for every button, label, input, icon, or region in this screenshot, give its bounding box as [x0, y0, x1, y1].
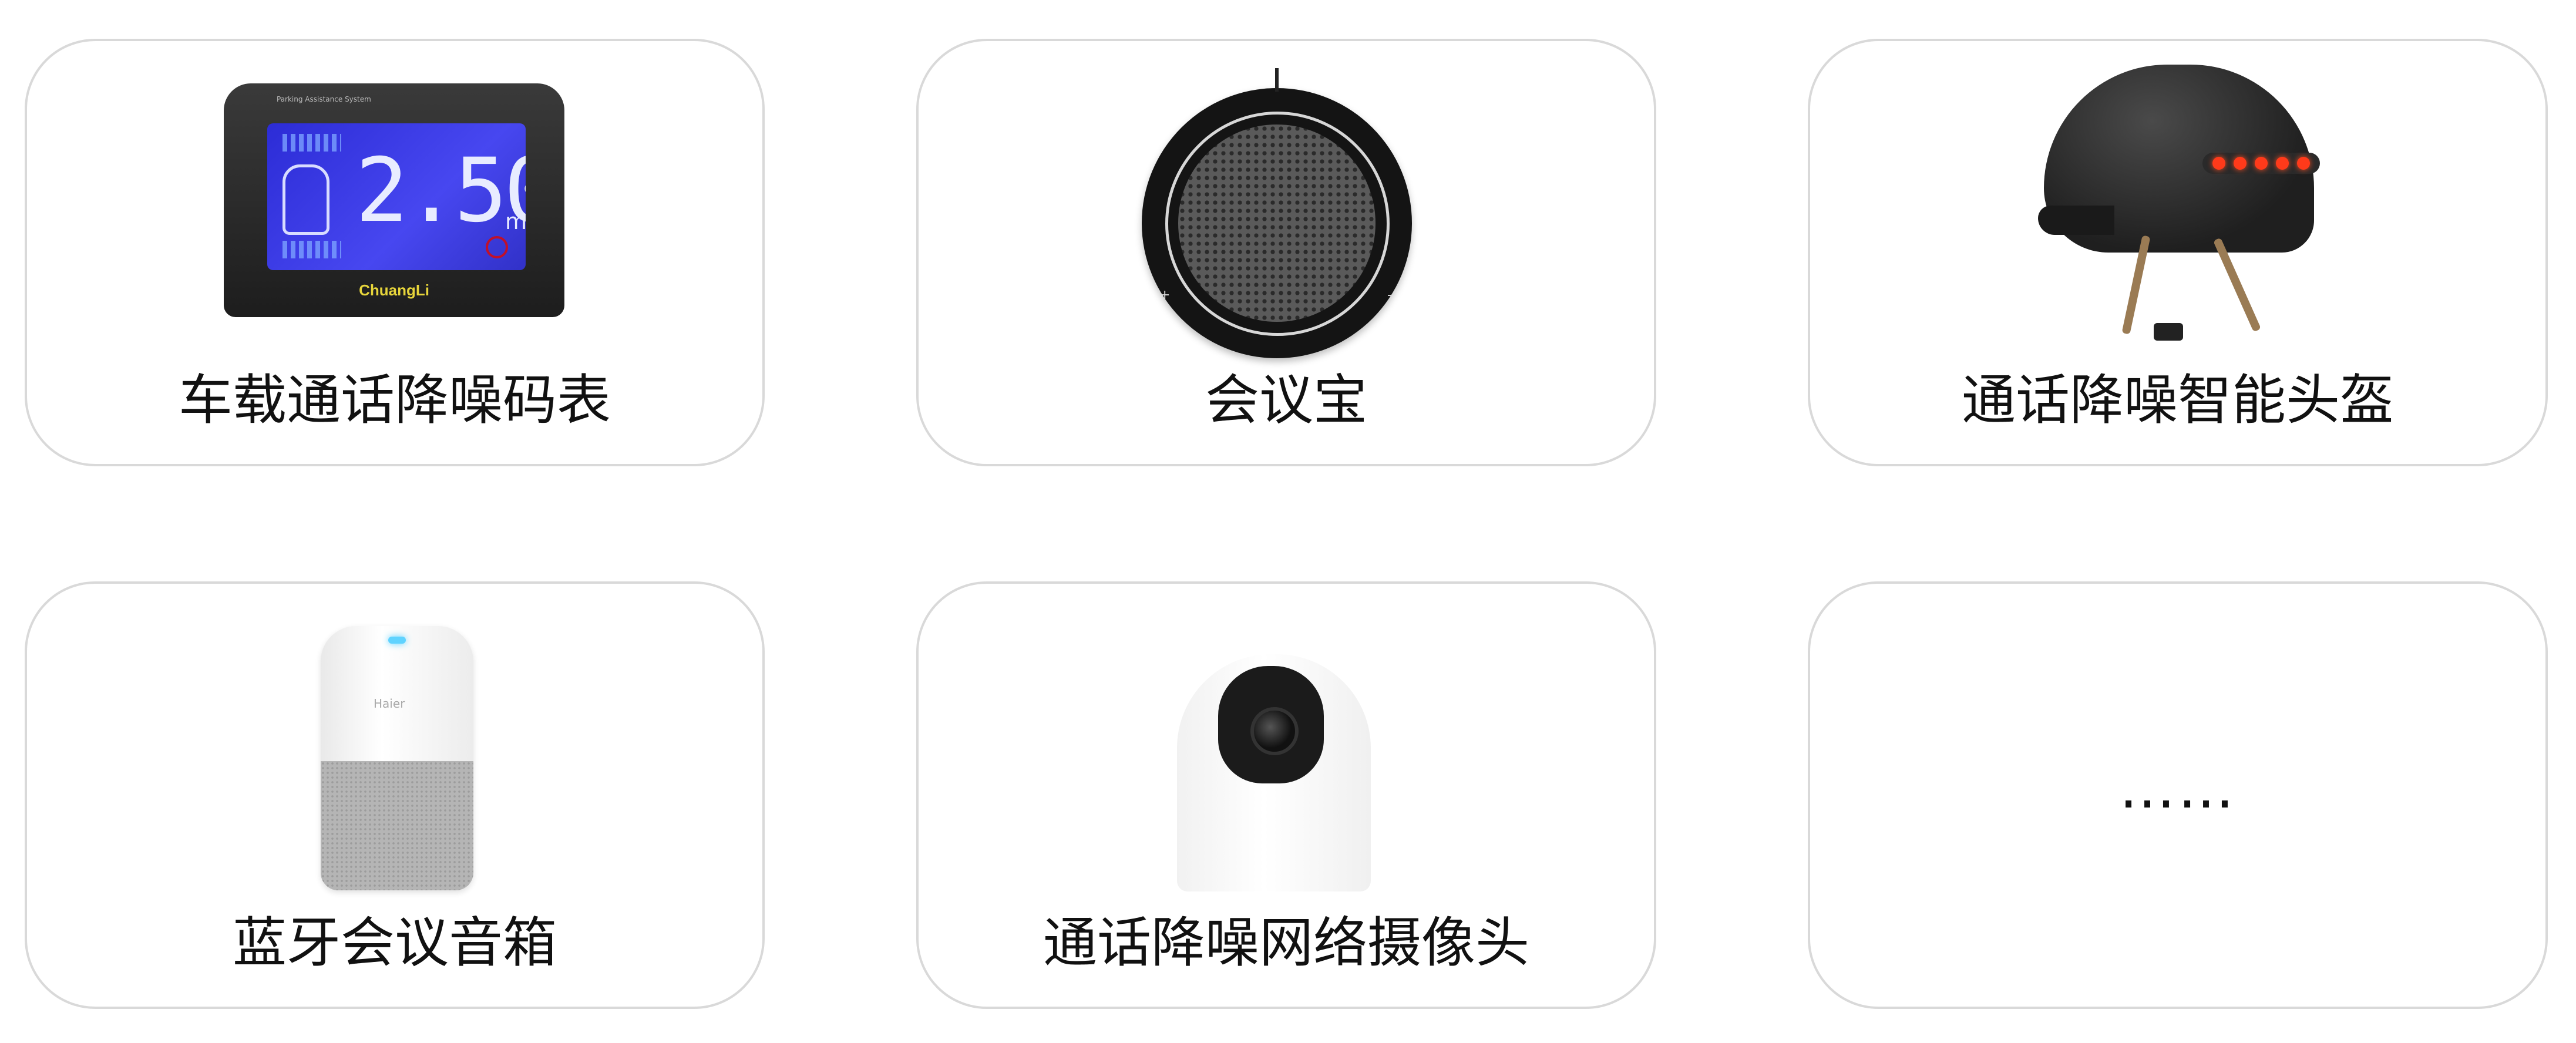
product-image-network-camera	[919, 584, 1654, 901]
lcd-screen: 2.50 m	[267, 123, 526, 270]
car-icon	[283, 164, 329, 235]
product-card-car-meter[interactable]: Parking Assistance System 2.50 m ChuangL…	[25, 39, 765, 466]
product-label: 通话降噪网络摄像头	[1042, 911, 1529, 974]
status-light	[388, 637, 406, 644]
product-card-conference-speaker[interactable]: + - 会议宝	[916, 39, 1656, 466]
helmet-device	[2038, 65, 2320, 253]
camera-lens-icon	[1250, 707, 1299, 755]
product-image-car-meter: Parking Assistance System 2.50 m ChuangL…	[27, 41, 762, 358]
led-icon	[2255, 157, 2268, 170]
smart-speaker-device: Haier	[321, 626, 473, 890]
signal-bars-bottom	[283, 241, 341, 258]
meter-brand: ChuangLi	[359, 281, 429, 299]
product-label: 会议宝	[1205, 369, 1367, 432]
distance-readout: 2.50	[355, 140, 526, 242]
speaker-fabric	[321, 761, 473, 890]
signal-bars-top	[283, 134, 341, 152]
product-label: 蓝牙会议音箱	[232, 911, 557, 974]
distance-unit: m	[505, 208, 526, 234]
product-label: 车载通话降噪码表	[178, 369, 611, 432]
speaker-grille	[1178, 125, 1376, 322]
led-icon	[2276, 157, 2289, 170]
cable	[1275, 68, 1279, 92]
meter-top-text: Parking Assistance System	[277, 95, 371, 103]
car-meter-device: Parking Assistance System 2.50 m ChuangL…	[224, 83, 564, 317]
product-image-smart-helmet	[1810, 41, 2545, 358]
product-image-bluetooth-speaker: Haier	[27, 584, 762, 901]
volume-down-icon: -	[1387, 288, 1392, 302]
product-card-bluetooth-speaker[interactable]: Haier 蓝牙会议音箱	[25, 581, 765, 1009]
helmet-visor	[2038, 206, 2114, 235]
product-card-smart-helmet[interactable]: 通话降噪智能头盔	[1808, 39, 2548, 466]
product-card-network-camera[interactable]: 通话降噪网络摄像头	[916, 581, 1656, 1009]
warning-icon	[486, 236, 508, 258]
product-label: 通话降噪智能头盔	[1961, 369, 2394, 432]
helmet-tail-light	[2202, 153, 2320, 174]
led-icon	[2212, 157, 2225, 170]
led-icon	[2234, 157, 2247, 170]
volume-up-icon: +	[1159, 288, 1171, 302]
speaker-brand: Haier	[374, 697, 405, 711]
led-icon	[2297, 157, 2310, 170]
helmet-buckle	[2154, 323, 2183, 341]
more-ellipsis: ……	[2119, 755, 2237, 821]
product-image-conference-speaker: + -	[919, 41, 1654, 358]
speakerphone-device: + -	[1142, 68, 1412, 358]
product-card-more[interactable]: ……	[1808, 581, 2548, 1009]
